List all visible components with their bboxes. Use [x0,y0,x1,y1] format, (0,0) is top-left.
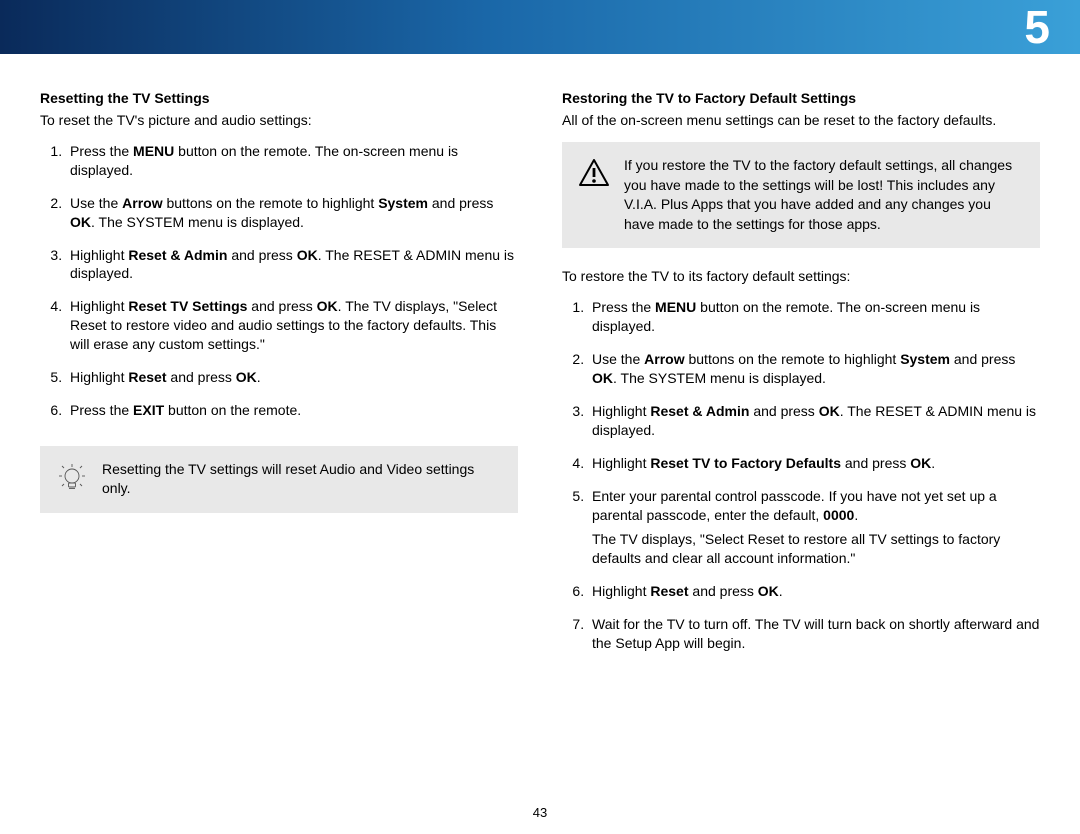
left-steps: Press the MENU button on the remote. The… [40,142,518,420]
left-title: Resetting the TV Settings [40,90,518,106]
step-item: Highlight Reset and press OK. [588,582,1040,601]
step-item: Press the EXIT button on the remote. [66,401,518,420]
right-title: Restoring the TV to Factory Default Sett… [562,90,1040,106]
right-steps: Press the MENU button on the remote. The… [562,298,1040,652]
chapter-number: 5 [1024,0,1050,54]
chapter-banner: 5 [0,0,1080,54]
step-item: Highlight Reset & Admin and press OK. Th… [66,246,518,284]
content-columns: Resetting the TV Settings To reset the T… [0,54,1080,667]
warning-text: If you restore the TV to the factory def… [624,156,1024,234]
step-item: Press the MENU button on the remote. The… [588,298,1040,336]
step-item: Highlight Reset & Admin and press OK. Th… [588,402,1040,440]
step-subtext: The TV displays, "Select Reset to restor… [592,530,1040,568]
tip-note: Resetting the TV settings will reset Aud… [40,446,518,513]
right-intro: All of the on-screen menu settings can b… [562,112,1040,128]
warning-note: If you restore the TV to the factory def… [562,142,1040,248]
step-item: Highlight Reset TV to Factory Defaults a… [588,454,1040,473]
page-number: 43 [0,805,1080,820]
warning-icon [578,156,610,188]
step-item: Enter your parental control passcode. If… [588,487,1040,569]
lightbulb-icon [56,460,88,496]
right-intro2: To restore the TV to its factory default… [562,268,1040,284]
right-column: Restoring the TV to Factory Default Sett… [562,90,1040,667]
left-intro: To reset the TV's picture and audio sett… [40,112,518,128]
step-item: Use the Arrow buttons on the remote to h… [588,350,1040,388]
step-item: Press the MENU button on the remote. The… [66,142,518,180]
step-item: Highlight Reset and press OK. [66,368,518,387]
left-column: Resetting the TV Settings To reset the T… [40,90,518,667]
step-item: Use the Arrow buttons on the remote to h… [66,194,518,232]
step-item: Highlight Reset TV Settings and press OK… [66,297,518,354]
step-item: Wait for the TV to turn off. The TV will… [588,615,1040,653]
tip-text: Resetting the TV settings will reset Aud… [102,460,502,499]
